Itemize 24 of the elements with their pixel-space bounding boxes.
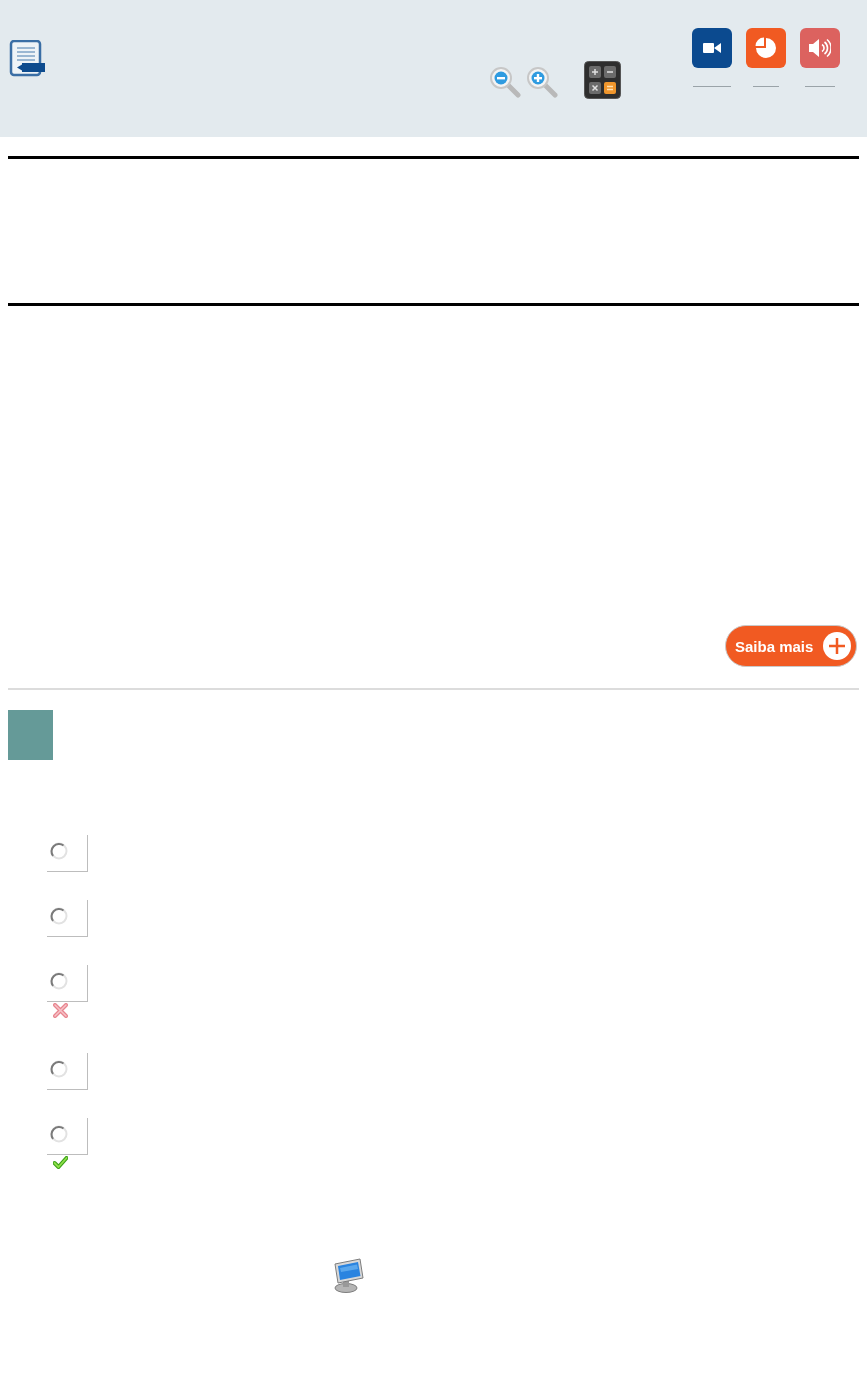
zoom-out-icon[interactable] xyxy=(490,67,521,98)
more-button[interactable]: Saiba mais xyxy=(725,625,857,667)
video-camera-icon xyxy=(703,42,721,54)
answer-option[interactable] xyxy=(47,1118,88,1155)
chart-button[interactable] xyxy=(746,28,786,68)
plus-icon xyxy=(822,631,852,661)
answer-option[interactable] xyxy=(47,835,88,872)
radio-button[interactable] xyxy=(50,1060,68,1078)
radio-button[interactable] xyxy=(50,907,68,925)
pie-chart-icon xyxy=(755,37,777,59)
square-tile xyxy=(8,710,53,760)
radio-button[interactable] xyxy=(50,842,68,860)
calculator-icon[interactable] xyxy=(584,61,621,99)
speaker-icon xyxy=(809,38,831,58)
document-list-icon[interactable] xyxy=(9,40,46,77)
audio-button[interactable] xyxy=(800,28,840,68)
answer-option[interactable] xyxy=(47,1053,88,1090)
radio-button[interactable] xyxy=(50,972,68,990)
computer-monitor-icon xyxy=(333,1258,364,1293)
answer-option[interactable] xyxy=(47,965,88,1002)
answer-option[interactable] xyxy=(47,900,88,937)
video-button[interactable] xyxy=(692,28,732,68)
radio-button[interactable] xyxy=(50,1125,68,1143)
zoom-in-icon[interactable] xyxy=(527,67,558,98)
